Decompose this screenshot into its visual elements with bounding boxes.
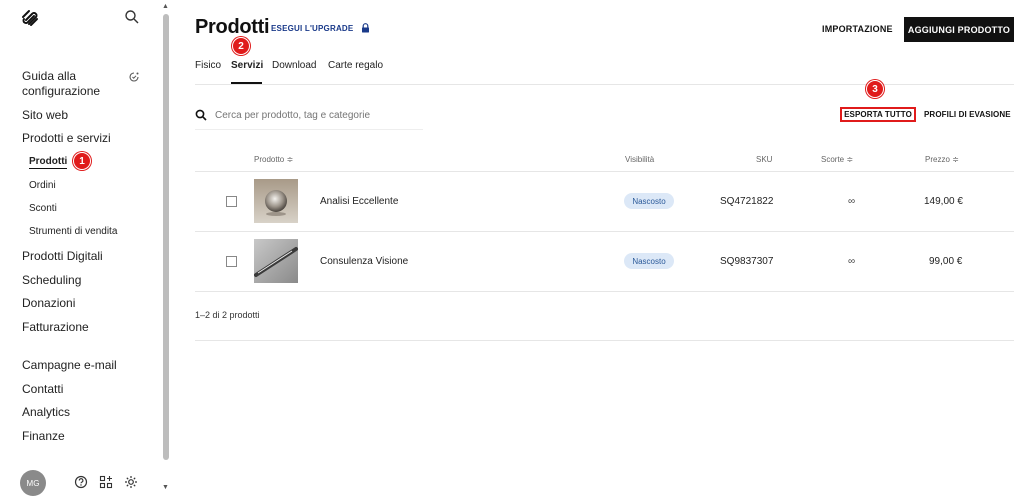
tab-services[interactable]: Servizi — [231, 60, 263, 71]
column-header-product[interactable]: Prodotto ≑ — [254, 155, 293, 164]
tabs-divider — [195, 84, 1014, 85]
sidebar-item-digital-products[interactable]: Prodotti Digitali — [22, 249, 103, 264]
page-title: Prodotti — [195, 16, 270, 38]
sidebar-item-contacts[interactable]: Contatti — [22, 382, 63, 397]
sidebar-item-donations[interactable]: Donazioni — [22, 296, 75, 311]
fulfillment-profiles-button[interactable]: PROFILI DI EVASIONE — [924, 110, 1011, 119]
sidebar-item-website[interactable]: Sito web — [22, 108, 68, 123]
tab-download[interactable]: Download — [272, 60, 316, 71]
export-all-button[interactable]: ESPORTA TUTTO — [840, 107, 916, 122]
scroll-up-arrow-icon[interactable]: ▲ — [162, 3, 169, 10]
tab-physical[interactable]: Fisico — [195, 60, 221, 71]
sidebar-item-products-services[interactable]: Prodotti e servizi — [22, 131, 111, 146]
sidebar-item-guide[interactable]: Guida alla configurazione — [22, 69, 100, 99]
product-price: 149,00 € — [924, 196, 963, 207]
product-name[interactable]: Analisi Eccellente — [320, 196, 398, 207]
footer-divider — [195, 340, 1014, 341]
row-checkbox[interactable] — [226, 256, 237, 267]
column-header-sku: SKU — [756, 155, 773, 164]
settings-icon[interactable] — [124, 475, 138, 489]
visibility-badge: Nascosto — [624, 193, 674, 209]
add-product-button[interactable]: AGGIUNGI PRODOTTO — [904, 17, 1014, 42]
sidebar-item-sales-tools[interactable]: Strumenti di vendita — [29, 226, 117, 237]
annotation-badge-3: 3 — [866, 80, 884, 98]
row-checkbox[interactable] — [226, 196, 237, 207]
search-underline — [195, 129, 423, 130]
product-price: 99,00 € — [929, 256, 963, 267]
search-input[interactable] — [215, 107, 423, 123]
help-icon[interactable] — [74, 475, 88, 489]
scroll-down-arrow-icon[interactable]: ▼ — [162, 484, 169, 491]
add-block-icon[interactable] — [99, 475, 113, 489]
sidebar-item-scheduling[interactable]: Scheduling — [22, 273, 81, 288]
visibility-badge: Nascosto — [624, 253, 674, 269]
sidebar-scrollbar[interactable]: ▲ ▼ — [160, 0, 172, 496]
product-name[interactable]: Consulenza Visione — [320, 256, 408, 267]
row-divider — [195, 231, 1014, 232]
sidebar-item-discounts[interactable]: Sconti — [29, 203, 57, 214]
search-icon[interactable] — [124, 9, 140, 25]
column-header-price[interactable]: Prezzo ≑ — [925, 155, 959, 164]
tab-gift-cards[interactable]: Carte regalo — [328, 60, 383, 71]
product-sku: SQ4721822 — [720, 196, 774, 207]
search-icon — [195, 109, 207, 121]
lock-icon — [362, 23, 369, 33]
import-button[interactable]: IMPORTAZIONE — [822, 24, 893, 34]
column-header-stock[interactable]: Scorte ≑ — [821, 155, 853, 164]
sidebar-item-finance[interactable]: Finanze — [22, 429, 65, 444]
upgrade-link[interactable]: ESEGUI L'UPGRADE — [271, 24, 353, 33]
squarespace-logo-icon[interactable] — [20, 8, 40, 28]
sidebar-item-invoicing[interactable]: Fatturazione — [22, 320, 89, 335]
avatar[interactable]: MG — [20, 470, 46, 496]
sidebar-item-products[interactable]: Prodotti — [29, 156, 68, 169]
product-thumbnail — [254, 239, 298, 283]
product-sku: SQ9837307 — [720, 256, 774, 267]
column-header-visibility: Visibilità — [625, 155, 655, 164]
product-stock: ∞ — [848, 196, 856, 207]
row-divider — [195, 291, 1014, 292]
annotation-badge-1: 1 — [73, 152, 91, 170]
guide-progress-icon — [129, 72, 139, 82]
pagination-info: 1–2 di 2 prodotti — [195, 310, 260, 320]
sidebar-item-email-campaigns[interactable]: Campagne e-mail — [22, 358, 117, 373]
sidebar-item-analytics[interactable]: Analytics — [22, 405, 70, 420]
scroll-thumb[interactable] — [163, 14, 169, 460]
product-thumbnail — [254, 179, 298, 223]
header-divider — [195, 171, 1014, 172]
product-stock: ∞ — [848, 256, 856, 267]
sidebar: Guida alla configurazione Sito web Prodo… — [0, 0, 172, 496]
annotation-badge-2: 2 — [232, 37, 250, 55]
sidebar-item-orders[interactable]: Ordini — [29, 180, 56, 191]
